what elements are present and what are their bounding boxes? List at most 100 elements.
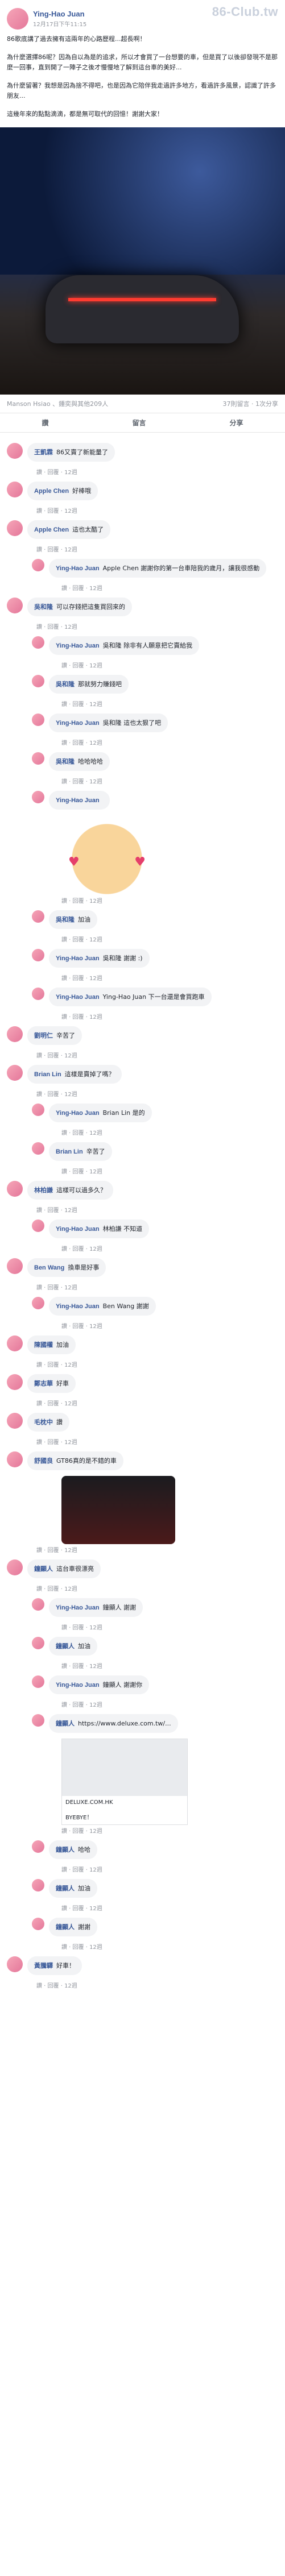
commenter-name[interactable]: 鐘顯人	[56, 1847, 75, 1853]
commenter-name[interactable]: 鐘顯人	[56, 1924, 75, 1931]
commenter-avatar[interactable]	[32, 988, 44, 1000]
comment-actions[interactable]: 讚 · 回覆 · 12週	[36, 1051, 278, 1059]
comment-actions[interactable]: 讚 · 回覆 · 12週	[61, 1012, 278, 1021]
commenter-name[interactable]: Ying-Hao Juan	[56, 1682, 100, 1689]
comment-actions[interactable]: 讚 · 回覆 · 12週	[61, 1661, 278, 1670]
commenter-avatar[interactable]	[32, 791, 44, 803]
comment-actions[interactable]: 讚 · 回覆 · 12週	[61, 1700, 278, 1708]
commenter-avatar[interactable]	[32, 1840, 44, 1853]
commenter-name[interactable]: Apple Chen	[34, 526, 69, 533]
commenter-name[interactable]: 黃騰驛	[34, 1963, 53, 1969]
comment-actions[interactable]: 讚 · 回覆 · 12週	[36, 545, 278, 553]
commenter-name[interactable]: 劉明仁	[34, 1032, 53, 1039]
commenter-name[interactable]: Ying-Hao Juan	[56, 1303, 100, 1310]
commenter-name[interactable]: Ying-Hao Juan	[56, 1110, 100, 1117]
comment-actions[interactable]: 讚 · 回覆 · 12週	[61, 1865, 278, 1873]
comment-actions[interactable]: 讚 · 回覆 · 12週	[61, 1826, 278, 1835]
commenter-name[interactable]: Ying-Hao Juan	[56, 565, 100, 572]
commenter-avatar[interactable]	[7, 443, 23, 459]
comment-actions[interactable]: 讚 · 回覆 · 12週	[61, 1128, 278, 1136]
commenter-name[interactable]: Apple Chen	[34, 488, 69, 495]
commenter-avatar[interactable]	[7, 1956, 23, 1972]
post-author[interactable]: Ying-Hao Juan	[33, 10, 86, 18]
comment-actions[interactable]: 讚 · 回覆 · 12週	[36, 506, 278, 515]
commenter-name[interactable]: 毛枕中	[34, 1419, 53, 1426]
commenter-avatar[interactable]	[32, 1637, 44, 1649]
comment-actions[interactable]: 讚 · 回覆 · 12週	[61, 1321, 278, 1330]
commenter-name[interactable]: Ying-Hao Juan	[56, 642, 100, 649]
commenter-avatar[interactable]	[32, 1675, 44, 1688]
post-photo[interactable]	[0, 127, 285, 395]
commenter-name[interactable]: Ying-Hao Juan	[56, 1226, 100, 1233]
commenter-avatar[interactable]	[7, 1413, 23, 1429]
comment-actions[interactable]: 讚 · 回覆 · 12週	[36, 1545, 278, 1554]
post-time[interactable]: 12月17日下午11:15	[33, 19, 86, 28]
commenter-avatar[interactable]	[32, 1142, 44, 1155]
comment-actions[interactable]: 讚 · 回覆 · 12週	[36, 1399, 278, 1407]
commenter-avatar[interactable]	[32, 559, 44, 571]
commenter-avatar[interactable]	[32, 1714, 44, 1727]
comment-actions[interactable]: 讚 · 回覆 · 12週	[36, 1283, 278, 1291]
commenter-name[interactable]: Ying-Hao Juan	[56, 797, 100, 804]
commenter-avatar[interactable]	[32, 949, 44, 961]
commenter-avatar[interactable]	[7, 1335, 23, 1351]
comment-button[interactable]: 留言	[132, 418, 146, 428]
commenter-avatar[interactable]	[32, 1598, 44, 1611]
author-avatar[interactable]	[7, 8, 28, 30]
commenter-name[interactable]: 鄭志華	[34, 1380, 53, 1387]
comment-actions[interactable]: 讚 · 回覆 · 12週	[36, 1205, 278, 1214]
comments-shares-count[interactable]: 37則留言 · 1次分享	[223, 399, 279, 408]
link-preview-card[interactable]: DELUXE.COM.HK BYEBYE！	[61, 1739, 188, 1825]
comment-actions[interactable]: 讚 · 回覆 · 12週	[36, 467, 278, 476]
commenter-avatar[interactable]	[7, 1065, 23, 1081]
commenter-avatar[interactable]	[32, 1219, 44, 1232]
commenter-name[interactable]: Brian Lin	[34, 1071, 61, 1078]
comment-actions[interactable]: 讚 · 回覆 · 12週	[61, 1623, 278, 1631]
comment-actions[interactable]: 讚 · 回覆 · 12週	[61, 583, 278, 592]
commenter-avatar[interactable]	[7, 520, 23, 536]
commenter-avatar[interactable]	[32, 1297, 44, 1309]
comment-photo[interactable]	[61, 1476, 175, 1544]
comment-actions[interactable]: 讚 · 回覆 · 12週	[36, 1360, 278, 1368]
commenter-avatar[interactable]	[32, 910, 44, 923]
reactions-summary[interactable]: Manson Hsiao 、鍾奕與其他209人	[7, 399, 108, 408]
comment-actions[interactable]: 讚 · 回覆 · 12週	[61, 1244, 278, 1252]
commenter-name[interactable]: 鐘顯人	[56, 1885, 75, 1892]
comment-actions[interactable]: 讚 · 回覆 · 12週	[36, 1584, 278, 1592]
commenter-name[interactable]: 林柏謙	[34, 1187, 53, 1194]
commenter-avatar[interactable]	[7, 1451, 23, 1467]
comment-actions[interactable]: 讚 · 回覆 · 12週	[36, 1981, 278, 1989]
commenter-avatar[interactable]	[32, 714, 44, 726]
commenter-name[interactable]: 鐘顯人	[34, 1566, 53, 1573]
commenter-avatar[interactable]	[7, 482, 23, 497]
commenter-name[interactable]: 陳國權	[34, 1342, 53, 1349]
commenter-avatar[interactable]	[7, 1026, 23, 1042]
comment-actions[interactable]: 讚 · 回覆 · 12週	[61, 896, 278, 905]
commenter-name[interactable]: Ying-Hao Juan	[56, 720, 100, 727]
comment-actions[interactable]: 讚 · 回覆 · 12週	[61, 777, 278, 785]
like-button[interactable]: 讚	[42, 418, 48, 428]
commenter-name[interactable]: Brian Lin	[56, 1148, 83, 1155]
commenter-avatar[interactable]	[7, 1374, 23, 1390]
commenter-name[interactable]: 吳和隆	[56, 916, 75, 923]
commenter-avatar[interactable]	[32, 1918, 44, 1930]
comment-actions[interactable]: 讚 · 回覆 · 12週	[61, 1167, 278, 1175]
commenter-name[interactable]: Ben Wang	[34, 1264, 64, 1271]
commenter-name[interactable]: 鐘顯人	[56, 1720, 75, 1727]
commenter-name[interactable]: 王凱霖	[34, 449, 53, 456]
commenter-avatar[interactable]	[7, 598, 23, 613]
commenter-name[interactable]: 舒國良	[34, 1458, 53, 1465]
comment-actions[interactable]: 讚 · 回覆 · 12週	[36, 1089, 278, 1098]
share-button[interactable]: 分享	[229, 418, 243, 428]
commenter-avatar[interactable]	[7, 1181, 23, 1197]
comment-actions[interactable]: 讚 · 回覆 · 12週	[61, 973, 278, 982]
comment-actions[interactable]: 讚 · 回覆 · 12週	[36, 1437, 278, 1446]
comment-actions[interactable]: 讚 · 回覆 · 12週	[61, 1942, 278, 1951]
commenter-name[interactable]: 吳和隆	[56, 681, 75, 688]
commenter-avatar[interactable]	[32, 636, 44, 649]
commenter-name[interactable]: 吳和隆	[56, 758, 75, 765]
comment-actions[interactable]: 讚 · 回覆 · 12週	[61, 738, 278, 746]
comment-actions[interactable]: 讚 · 回覆 · 12週	[61, 699, 278, 708]
commenter-avatar[interactable]	[7, 1559, 23, 1575]
commenter-name[interactable]: 吳和隆	[34, 604, 53, 611]
